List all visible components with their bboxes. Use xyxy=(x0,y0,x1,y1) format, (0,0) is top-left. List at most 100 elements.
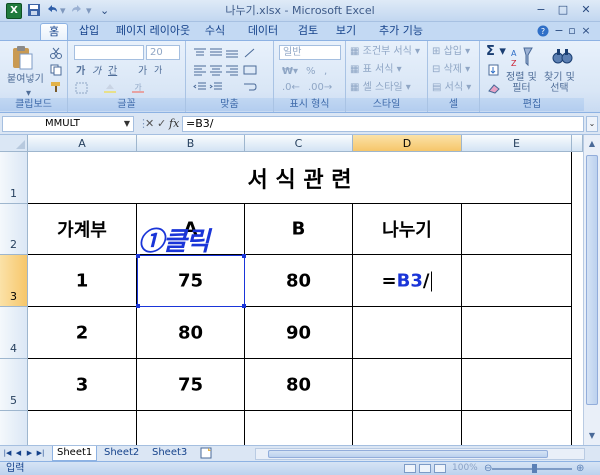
name-box-dropdown-icon[interactable]: ▼ xyxy=(124,117,130,131)
underline-button[interactable]: 간 xyxy=(108,65,117,78)
next-sheet-icon[interactable]: ▶ xyxy=(25,448,34,459)
worksheet-grid[interactable]: A B C D E 1 2 3 4 5 서 식 관 련 가계부 A B 나누기 … xyxy=(0,135,600,445)
cell-a4[interactable]: 2 xyxy=(28,307,137,359)
merge-center-icon[interactable] xyxy=(242,63,258,77)
close-button[interactable]: ✕ xyxy=(576,2,596,19)
align-left-icon[interactable] xyxy=(192,63,208,77)
autosum-icon[interactable]: Σ ▾ xyxy=(486,45,506,58)
borders-icon[interactable] xyxy=(74,81,90,95)
scroll-up-icon[interactable]: ▲ xyxy=(586,137,598,151)
font-name-combo[interactable] xyxy=(74,45,144,60)
page-break-view-icon[interactable] xyxy=(434,464,446,473)
cell-b5[interactable]: 75 xyxy=(137,359,245,411)
number-format-combo[interactable]: 일반 xyxy=(279,45,341,60)
expand-formula-bar-icon[interactable]: ⌄ xyxy=(586,116,598,132)
align-center-icon[interactable] xyxy=(208,63,224,77)
name-box[interactable]: MMULT ▼ xyxy=(2,116,134,132)
cut-icon[interactable] xyxy=(48,46,64,60)
cell-c4[interactable]: 90 xyxy=(245,307,353,359)
maximize-button[interactable]: □ xyxy=(553,2,573,19)
currency-button[interactable]: ₩▾ xyxy=(282,65,298,78)
cell-b4[interactable]: 80 xyxy=(137,307,245,359)
find-select-icon[interactable] xyxy=(550,45,574,67)
horizontal-scrollbar[interactable] xyxy=(255,448,585,460)
cell-a3[interactable]: 1 xyxy=(28,255,137,307)
sort-filter-label[interactable]: 정렬 및 필터 xyxy=(506,72,537,94)
grow-font-button[interactable]: 가 xyxy=(138,65,147,78)
first-sheet-icon[interactable]: |◀ xyxy=(3,448,12,459)
row-header-2[interactable]: 2 xyxy=(0,204,28,255)
page-layout-view-icon[interactable] xyxy=(419,464,431,473)
fill-color-icon[interactable] xyxy=(102,81,118,95)
cell-a5[interactable]: 3 xyxy=(28,359,137,411)
enter-entry-button[interactable]: ✓ xyxy=(157,116,166,132)
cell-c3[interactable]: 80 xyxy=(245,255,353,307)
insert-function-button[interactable]: fx xyxy=(169,116,179,132)
normal-view-icon[interactable] xyxy=(404,464,416,473)
decrease-indent-icon[interactable] xyxy=(192,80,208,94)
tab-addins[interactable]: 추가 기능 xyxy=(372,23,430,40)
increase-indent-icon[interactable] xyxy=(208,80,224,94)
tab-formulas[interactable]: 수식 xyxy=(200,23,230,40)
shrink-font-button[interactable]: 가 xyxy=(154,65,162,78)
tab-page-layout[interactable]: 페이지 레이아웃 xyxy=(114,23,192,40)
cell-c6[interactable] xyxy=(245,411,353,445)
zoom-slider-knob[interactable] xyxy=(532,464,537,473)
sort-filter-icon[interactable]: AZ xyxy=(510,45,534,68)
font-color-icon[interactable]: 가 xyxy=(130,81,146,95)
cell-c2[interactable]: B xyxy=(245,204,353,255)
column-header-c[interactable]: C xyxy=(245,135,353,152)
workbook-restore-icon[interactable]: ▫ xyxy=(566,23,578,40)
sheet-tab-sheet1[interactable]: Sheet1 xyxy=(52,446,98,461)
cell-b3-referenced[interactable]: 75 xyxy=(137,255,245,307)
title-cell[interactable]: 서 식 관 련 xyxy=(28,152,572,204)
tab-data[interactable]: 데이터 xyxy=(243,23,283,40)
comma-button[interactable]: , xyxy=(324,65,327,78)
cell-e3[interactable] xyxy=(462,255,572,307)
cell-d5[interactable] xyxy=(353,359,462,411)
formula-input[interactable]: =B3/ xyxy=(182,116,584,132)
tab-insert[interactable]: 삽입 xyxy=(74,23,104,40)
ref-handle-bottom-right[interactable] xyxy=(242,304,246,308)
workbook-close-icon[interactable]: × xyxy=(580,23,592,40)
cell-e6[interactable] xyxy=(462,411,572,445)
cell-c5[interactable]: 80 xyxy=(245,359,353,411)
orientation-icon[interactable] xyxy=(242,46,258,60)
cell-e5[interactable] xyxy=(462,359,572,411)
tab-review[interactable]: 검토 xyxy=(294,23,322,40)
cell-d2[interactable]: 나누기 xyxy=(353,204,462,255)
cell-d6[interactable] xyxy=(353,411,462,445)
cell-d4[interactable] xyxy=(353,307,462,359)
bold-button[interactable]: 가 xyxy=(76,65,85,78)
row-header-6[interactable] xyxy=(0,411,28,445)
paste-icon[interactable] xyxy=(10,45,34,70)
cell-b6[interactable] xyxy=(137,411,245,445)
decrease-decimal-button[interactable]: .00→ xyxy=(308,81,332,94)
column-header-e[interactable]: E xyxy=(462,135,572,152)
cell-d3-editing[interactable]: =B3/ xyxy=(353,255,462,307)
horizontal-scroll-thumb[interactable] xyxy=(268,450,548,458)
vertical-scroll-thumb[interactable] xyxy=(586,155,598,405)
row-header-3[interactable]: 3 xyxy=(0,255,28,307)
tab-view[interactable]: 보기 xyxy=(332,23,360,40)
cell-styles-button[interactable]: ▦ 셀 스타일 ▾ xyxy=(350,81,411,94)
ribbon-minimize-icon[interactable]: − xyxy=(553,23,565,40)
insert-sheet-icon[interactable] xyxy=(196,446,218,461)
percent-button[interactable]: % xyxy=(306,65,316,78)
zoom-level[interactable]: 100% xyxy=(452,462,478,475)
italic-button[interactable]: 가 xyxy=(92,65,101,78)
row-header-5[interactable]: 5 xyxy=(0,359,28,411)
wrap-text-icon[interactable] xyxy=(242,80,258,94)
help-icon[interactable]: ? xyxy=(536,23,550,40)
tab-home[interactable]: 홈 xyxy=(40,23,68,40)
cell-e4[interactable] xyxy=(462,307,572,359)
format-cells-button[interactable]: ▤ 서식 ▾ xyxy=(432,81,471,94)
format-as-table-button[interactable]: ▦ 표 서식 ▾ xyxy=(350,63,402,76)
column-header-d[interactable]: D xyxy=(353,135,462,152)
format-painter-icon[interactable] xyxy=(48,80,64,94)
sheet-tab-sheet2[interactable]: Sheet2 xyxy=(100,446,143,461)
cancel-entry-button[interactable]: ✕ xyxy=(145,116,154,132)
cell-a6[interactable] xyxy=(28,411,137,445)
column-header-b[interactable]: B xyxy=(137,135,245,152)
zoom-in-icon[interactable]: ⊕ xyxy=(576,462,584,475)
